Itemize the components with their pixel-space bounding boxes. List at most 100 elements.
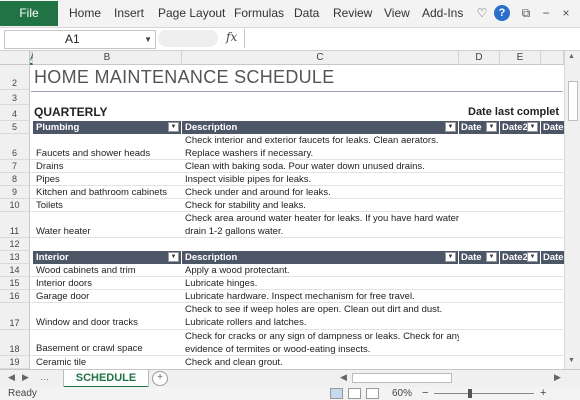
vertical-scrollbar[interactable]: ▲ ▼ <box>564 51 580 369</box>
sheet-tab-schedule[interactable]: SCHEDULE <box>64 370 148 388</box>
page-layout-view-icon[interactable] <box>348 388 361 399</box>
formula-input[interactable] <box>244 29 580 48</box>
date-last-completed-label: Date last complet <box>468 106 560 118</box>
column-header-f[interactable] <box>541 51 564 65</box>
page-title: HOME MAINTENANCE SCHEDULE <box>34 67 335 87</box>
plumbing-header: Plumbing ▼ <box>33 121 182 134</box>
minimize-icon[interactable]: − <box>538 5 554 21</box>
scroll-up-icon[interactable]: ▲ <box>568 53 575 60</box>
date3-header: Date <box>541 121 564 134</box>
plumbing-header-label: Plumbing <box>36 122 80 133</box>
item-description: Check interior and exterior faucets for … <box>185 135 439 146</box>
heart-icon[interactable]: ♡ <box>474 5 490 21</box>
name-box[interactable]: A1 ▼ <box>4 30 156 49</box>
column-header-b[interactable]: B <box>33 51 182 65</box>
filter-dropdown-icon[interactable]: ▼ <box>527 122 538 132</box>
description-header-label: Description <box>185 122 238 133</box>
zoom-slider[interactable] <box>434 393 534 394</box>
sheet-tab-bar: ◀ ▶ … SCHEDULE + ◀ ▶ <box>0 369 580 388</box>
section-heading: QUARTERLY <box>34 105 108 119</box>
row-header[interactable]: 6 <box>0 134 30 160</box>
row-header[interactable]: 17 <box>0 303 30 330</box>
date-header-label: Date <box>461 122 482 133</box>
scrollbar-thumb[interactable] <box>568 81 578 121</box>
date-header: Date ▼ <box>459 251 500 264</box>
sheet-next-icon[interactable]: ▶ <box>22 372 29 383</box>
sheet-more-icon[interactable]: … <box>40 372 49 382</box>
chevron-down-icon[interactable]: ▼ <box>144 31 152 48</box>
scroll-left-icon[interactable]: ◀ <box>340 372 347 383</box>
item-description: Lubricate rollers and latches. <box>185 317 307 328</box>
date3-header: Date <box>541 251 564 264</box>
tab-add-ins[interactable]: Add-Ins <box>422 0 463 27</box>
tab-data[interactable]: Data <box>294 0 319 27</box>
interior-header: Interior ▼ <box>33 251 182 264</box>
column-header-e[interactable]: E <box>500 51 541 65</box>
row-header[interactable]: 15 <box>0 277 30 290</box>
sheet-prev-icon[interactable]: ◀ <box>8 372 15 383</box>
date3-header-label: Date <box>543 122 564 133</box>
close-icon[interactable]: × <box>558 5 574 21</box>
row-header[interactable]: 11 <box>0 212 30 238</box>
row-header[interactable]: 10 <box>0 199 30 212</box>
row-header[interactable]: 5 <box>0 121 30 134</box>
zoom-level[interactable]: 60% <box>392 387 412 400</box>
horizontal-scrollbar-thumb[interactable] <box>352 373 452 383</box>
row-header[interactable]: 3 <box>0 90 30 105</box>
horizontal-scrollbar[interactable]: ◀ ▶ <box>340 372 564 384</box>
normal-view-icon[interactable] <box>330 388 343 399</box>
new-sheet-button[interactable]: + <box>152 371 168 386</box>
column-header-c[interactable]: C <box>182 51 459 65</box>
page-break-view-icon[interactable] <box>366 388 379 399</box>
description-header: Description ▼ <box>182 121 459 134</box>
filter-dropdown-icon[interactable]: ▼ <box>168 252 179 262</box>
scroll-down-icon[interactable]: ▼ <box>568 357 575 364</box>
row-header[interactable]: 12 <box>0 238 30 251</box>
date-header: Date ▼ <box>459 121 500 134</box>
row-header[interactable]: 18 <box>0 330 30 356</box>
date3-header-label: Date <box>543 252 564 263</box>
filter-dropdown-icon[interactable]: ▼ <box>527 252 538 262</box>
formula-bar: A1 ▼ fx <box>0 28 580 51</box>
zoom-in-button[interactable]: + <box>540 387 546 400</box>
item-description: Check area around water heater for leaks… <box>185 213 459 224</box>
item-name: Basement or crawl space <box>36 343 143 354</box>
column-header-d[interactable]: D <box>459 51 500 65</box>
fx-icon[interactable]: fx <box>226 30 237 44</box>
row-header[interactable]: 19 <box>0 356 30 369</box>
filter-dropdown-icon[interactable]: ▼ <box>445 122 456 132</box>
row-header[interactable]: 9 <box>0 186 30 199</box>
description-header: Description ▼ <box>182 251 459 264</box>
zoom-slider-thumb[interactable] <box>468 389 472 398</box>
restore-icon[interactable]: ⧉ <box>518 5 534 21</box>
scroll-right-icon[interactable]: ▶ <box>554 372 561 383</box>
select-all-corner[interactable] <box>0 51 30 65</box>
row-header[interactable]: 16 <box>0 290 30 303</box>
row-header[interactable]: 2 <box>0 65 30 90</box>
tab-page-layout[interactable]: Page Layout <box>158 0 225 27</box>
zoom-out-button[interactable]: − <box>422 387 428 400</box>
date2-header: Date2 ▼ <box>500 121 541 134</box>
title-underline <box>31 91 563 92</box>
tab-formulas[interactable]: Formulas <box>234 0 284 27</box>
tab-review[interactable]: Review <box>333 0 372 27</box>
tab-home[interactable]: Home <box>69 0 101 27</box>
item-name: Window and door tracks <box>36 317 138 328</box>
item-name: Ceramic tile <box>36 357 87 368</box>
row-header[interactable]: 8 <box>0 173 30 186</box>
filter-dropdown-icon[interactable]: ▼ <box>445 252 456 262</box>
description-header-label: Description <box>185 252 238 263</box>
filter-dropdown-icon[interactable]: ▼ <box>486 252 497 262</box>
filter-dropdown-icon[interactable]: ▼ <box>168 122 179 132</box>
row-header[interactable]: 13 <box>0 251 30 264</box>
gridline <box>30 237 563 238</box>
tab-view[interactable]: View <box>384 0 410 27</box>
item-description: Check for cracks or any sign of dampness… <box>185 331 459 342</box>
help-icon[interactable]: ? <box>494 5 510 21</box>
file-tab[interactable]: File <box>0 1 58 26</box>
tab-insert[interactable]: Insert <box>114 0 144 27</box>
row-header[interactable]: 4 <box>0 105 30 121</box>
row-header[interactable]: 7 <box>0 160 30 173</box>
row-header[interactable]: 14 <box>0 264 30 277</box>
filter-dropdown-icon[interactable]: ▼ <box>486 122 497 132</box>
